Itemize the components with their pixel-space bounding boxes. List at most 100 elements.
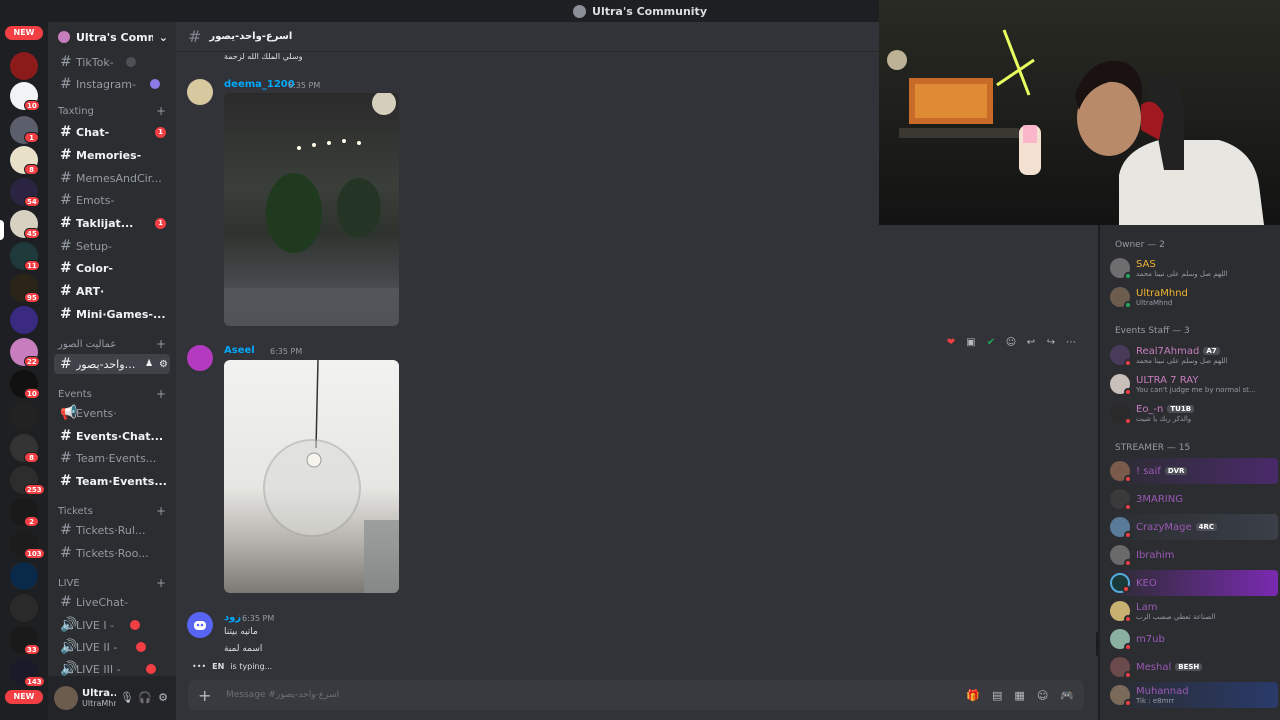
webcam-overlay — [879, 0, 1280, 225]
member-item[interactable]: Eo_-n TU1B والذكر ربك يا شيت — [1110, 400, 1278, 426]
member-item[interactable]: 3MARING — [1110, 486, 1278, 512]
reply-icon[interactable]: ↩ — [1023, 335, 1039, 351]
channel-events-chat[interactable]: # Events·Chat... — [54, 426, 170, 446]
member-item[interactable]: m7ub — [1110, 626, 1278, 652]
channel-color[interactable]: # Color- — [54, 258, 170, 278]
plus-icon[interactable]: + — [198, 686, 214, 705]
message-actions: ❤ ▣ ✔ ☺ ↩ ↪ ⋯ — [943, 334, 1079, 352]
member-item[interactable]: Lam الصناعة تعطي صصب الرب — [1110, 598, 1278, 624]
server-icon[interactable] — [10, 52, 38, 80]
category-events[interactable]: Events + — [58, 387, 166, 401]
plus-icon[interactable]: + — [156, 387, 166, 401]
message-author[interactable]: زود — [224, 612, 241, 623]
channel-tickets-rules[interactable]: # Tickets·Rul... — [54, 520, 170, 540]
channel-events[interactable]: 📢 Events· — [54, 403, 170, 423]
server-icon — [58, 31, 70, 43]
channel-emots[interactable]: # Emots- — [54, 190, 170, 210]
message-timestamp: 6:35 PM — [242, 614, 275, 623]
channel-chat[interactable]: # Chat- 1 — [54, 122, 170, 142]
member-item[interactable]: ULTRA 7 RAY You can't judge me by normal … — [1110, 371, 1278, 397]
gift-icon[interactable]: 🎁 — [966, 689, 980, 702]
emoji-icon[interactable]: ☺ — [1037, 689, 1048, 702]
server-icon[interactable] — [10, 594, 38, 622]
member-item[interactable]: UltraMhnd UltraMhnd — [1110, 284, 1278, 310]
message-author[interactable]: deema_1200 — [224, 79, 295, 90]
gear-icon[interactable]: ⚙ — [159, 359, 168, 370]
heart-reaction-button[interactable]: ❤ — [943, 335, 959, 351]
channel-setup[interactable]: # Setup- — [54, 236, 170, 256]
gear-icon[interactable]: ⚙ — [156, 691, 170, 705]
channel-instagram[interactable]: # Instagram- — [54, 74, 170, 94]
server-header[interactable]: Ultra's Comm... ⌄ — [48, 22, 176, 52]
plus-icon[interactable]: + — [156, 504, 166, 518]
window-title: Ultra's Community — [592, 4, 707, 18]
member-item[interactable]: SAS اللهم صل وسلم على نبينا محمد — [1110, 255, 1278, 281]
hash-icon: # — [60, 238, 72, 254]
plus-icon[interactable]: + — [156, 576, 166, 590]
member-item[interactable]: Muhannad Tik : e8mrr — [1110, 682, 1278, 708]
check-reaction-button[interactable]: ✔ — [983, 335, 999, 351]
mention-badge: 10 — [24, 100, 40, 111]
channel-team-events-1[interactable]: # Team·Events... — [54, 448, 170, 468]
channel-team-events-2[interactable]: # Team·Events... — [54, 471, 170, 491]
activities-icon[interactable]: 🎮 — [1060, 689, 1074, 702]
gif-icon[interactable]: ▤ — [992, 689, 1002, 702]
more-icon[interactable]: ⋯ — [1063, 335, 1079, 351]
category-tickets[interactable]: Tickets + — [58, 504, 166, 518]
member-item[interactable]: CrazyMage 4RC — [1110, 514, 1278, 540]
hash-icon: # — [60, 428, 72, 444]
selected-server-indicator — [0, 220, 4, 240]
forward-icon[interactable]: ↪ — [1043, 335, 1059, 351]
avatar[interactable] — [187, 345, 213, 371]
channel-title: اسرع-واحد-يصور — [209, 31, 293, 42]
avatar — [1110, 287, 1132, 309]
member-item[interactable]: KEO — [1110, 570, 1278, 596]
avatar — [1110, 657, 1132, 679]
channel-tiktok[interactable]: # TikTok- — [54, 52, 170, 72]
plus-icon[interactable]: + — [156, 337, 166, 351]
category-texting[interactable]: Taxting + — [58, 104, 166, 118]
plus-icon[interactable]: + — [156, 104, 166, 118]
microphone-icon[interactable]: 🎙 — [120, 691, 134, 705]
image-attachment[interactable] — [224, 93, 399, 326]
channel-art[interactable]: # ART· — [54, 281, 170, 301]
channel-live-2[interactable]: 🔊 LIVE II - — [54, 637, 170, 657]
server-icon[interactable] — [10, 402, 38, 430]
avatar[interactable] — [187, 79, 213, 105]
image-attachment[interactable] — [224, 360, 399, 593]
channel-memes[interactable]: # MemesAndCir... — [54, 168, 170, 188]
category-photos[interactable]: عماليت الصور + — [58, 337, 166, 351]
channel-livechat[interactable]: # LiveChat- — [54, 592, 170, 612]
member-item[interactable]: Meshal BESH — [1110, 654, 1278, 680]
hash-icon: # — [60, 356, 72, 372]
avatar[interactable] — [54, 686, 78, 710]
server-icon[interactable] — [10, 562, 38, 590]
channel-tickets-room[interactable]: # Tickets·Roo... — [54, 543, 170, 563]
avatar — [1110, 573, 1130, 593]
scrollbar[interactable] — [1096, 632, 1098, 656]
hash-icon: # — [60, 545, 72, 561]
server-icon[interactable] — [10, 306, 38, 334]
add-member-icon[interactable]: ♟ — [145, 359, 153, 369]
channel-live-1[interactable]: 🔊 LIVE I - — [54, 615, 170, 635]
image-reaction-button[interactable]: ▣ — [963, 335, 979, 351]
avatar — [1110, 403, 1132, 425]
member-item[interactable]: Ibrahim — [1110, 542, 1278, 568]
channel-active[interactable]: #اسرع-واحد-يصور♟⚙ — [54, 354, 170, 374]
avatar[interactable] — [187, 612, 213, 638]
member-item[interactable]: ! saif DVR — [1110, 458, 1278, 484]
message-input[interactable]: Message #اسرع-واحد-يصور — [226, 690, 954, 700]
message-author[interactable]: Aseel — [224, 345, 255, 356]
channel-memories[interactable]: # Memories- — [54, 145, 170, 165]
channel-mini-games[interactable]: # Mini·Games-... — [54, 304, 170, 324]
message-composer: + Message #اسرع-واحد-يصور 🎁 ▤ ▦ ☺ 🎮 — [188, 680, 1084, 710]
mention-badge: 1 — [155, 217, 166, 229]
emoji-icon[interactable]: ☺ — [1003, 335, 1019, 351]
hash-icon: # — [60, 450, 72, 466]
headphones-icon[interactable]: 🎧 — [138, 691, 152, 705]
channel-taklijat[interactable]: # Taklijat... 1 — [54, 213, 170, 233]
sticker-icon[interactable]: ▦ — [1014, 689, 1024, 702]
member-item[interactable]: Real7Ahmad A7 اللهم صل وسلم على نبينا محمد — [1110, 342, 1278, 368]
hash-icon: # — [60, 192, 72, 208]
category-live[interactable]: LIVE + — [58, 576, 166, 590]
